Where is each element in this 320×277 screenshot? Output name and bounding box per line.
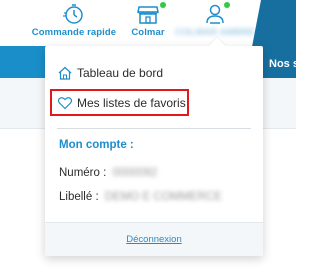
top-header: Commande rapide Colmar COLMAR AMBRE: [0, 0, 296, 46]
dropdown-footer: Déconnexion: [45, 222, 263, 256]
account-number-value: 0000092: [112, 167, 158, 179]
band-nav-text[interactable]: Nos s: [269, 58, 299, 70]
account-section-title: Mon compte :: [59, 139, 134, 151]
logout-link[interactable]: Déconnexion: [45, 234, 263, 245]
dropdown-divider: [57, 128, 251, 129]
store-status-dot: [160, 2, 166, 8]
account-number-row: Numéro : 0000092: [59, 167, 157, 179]
menu-item-dashboard[interactable]: Tableau de bord: [57, 63, 163, 83]
nav-store-label: Colmar: [131, 27, 165, 38]
user-status-dot: [224, 2, 230, 8]
stopwatch-icon: [63, 4, 83, 24]
nav-user-label: COLMAR AMBRE: [174, 27, 255, 38]
favorites-highlight-box: [50, 89, 189, 116]
account-number-label: Numéro :: [59, 167, 107, 179]
store-icon: [137, 6, 159, 24]
account-label-row: Libellé : DEMO E COMMERCE: [59, 191, 222, 203]
page-bottom: [0, 256, 296, 277]
home-icon: [58, 66, 72, 80]
account-label-value: DEMO E COMMERCE: [104, 191, 222, 203]
nav-quick-order[interactable]: Commande rapide: [30, 0, 118, 46]
menu-item-dashboard-label: Tableau de bord: [77, 66, 164, 80]
nav-quick-order-label: Commande rapide: [31, 27, 117, 38]
account-label-label: Libellé :: [59, 191, 99, 203]
account-dropdown: Tableau de bord Mes listes de favoris Mo…: [45, 37, 263, 256]
